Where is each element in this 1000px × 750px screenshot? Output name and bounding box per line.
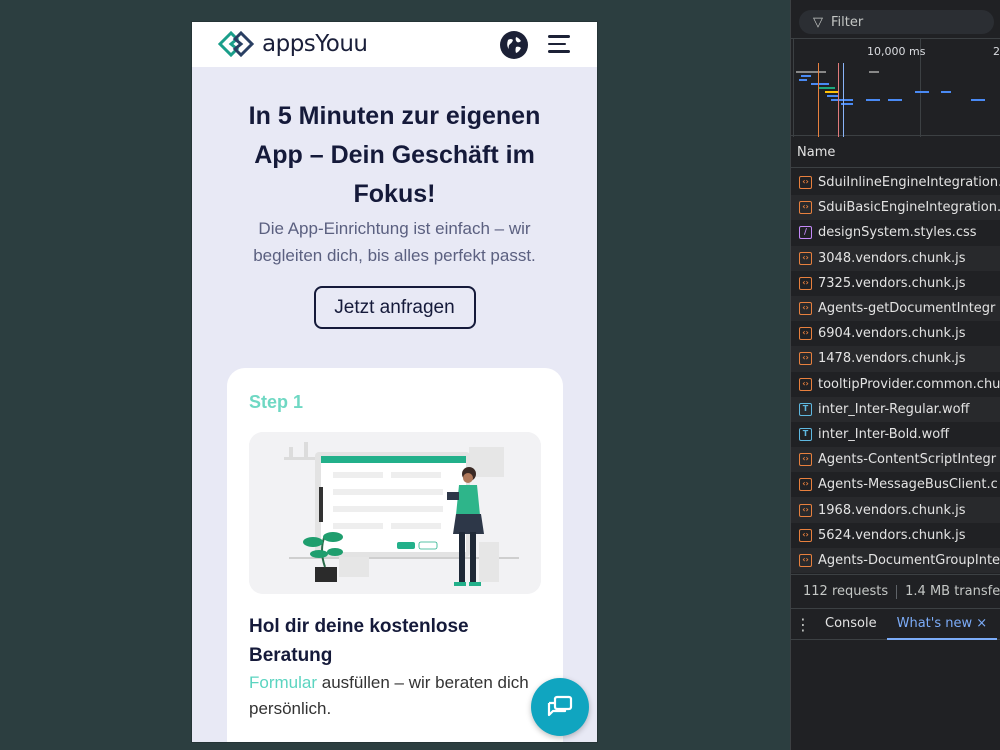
script-icon: ‹› [799, 176, 812, 190]
request-name: 5624.vendors.chunk.js [818, 527, 966, 543]
script-icon: ‹› [799, 503, 812, 517]
request-list: ‹› SduiInlineEngineIntegration. ‹› SduiBasi… [791, 170, 1000, 573]
network-overview-timeline[interactable]: 10,000 ms 2 [791, 38, 1000, 137]
chat-icon [547, 695, 573, 717]
form-link[interactable]: Formular [249, 673, 317, 692]
script-icon: ‹› [799, 453, 812, 467]
request-row[interactable]: ‹› Agents-getDocumentIntegr [791, 295, 1000, 322]
script-icon: ‹› [799, 528, 812, 542]
step-label: Step 1 [249, 392, 304, 412]
request-row[interactable]: ‹› 1968.vendors.chunk.js [791, 497, 1000, 523]
script-icon: ‹› [799, 553, 812, 567]
filter-placeholder: Filter [831, 14, 864, 30]
tab-whats-new-label: What's new [896, 616, 973, 631]
script-icon: ‹› [799, 201, 812, 215]
request-row[interactable]: ∕ designSystem.styles.css [791, 220, 1000, 245]
request-name: Agents-DocumentGroupInte [818, 552, 1000, 568]
request-name: Agents-MessageBusClient.c [818, 477, 998, 493]
script-icon: ‹› [799, 302, 812, 316]
request-name: inter_Inter-Bold.woff [818, 426, 950, 442]
request-row[interactable]: ‹› 6904.vendors.chunk.js [791, 321, 1000, 346]
script-icon: ‹› [799, 352, 812, 366]
more-options-icon[interactable]: ⋮ [791, 615, 815, 634]
logo-icon [217, 30, 255, 58]
request-row[interactable]: ‹› 3048.vendors.chunk.js [791, 245, 1000, 271]
request-row[interactable]: ‹› 7325.vendors.chunk.js [791, 271, 1000, 296]
request-row[interactable]: Tinter_Inter-Regular.woff [791, 396, 1000, 422]
request-button[interactable]: Jetzt anfragen [313, 286, 476, 329]
transfer-size: 1.4 MB transfer [905, 584, 1000, 599]
request-row[interactable]: ‹› 1478.vendors.chunk.js [791, 346, 1000, 372]
close-icon[interactable]: × [976, 616, 987, 631]
drawer-body [791, 640, 1000, 750]
network-summary: 112 requests 1.4 MB transfer [791, 574, 1000, 608]
logo-text: appsYouu [262, 31, 368, 57]
tab-whats-new[interactable]: What's new × [886, 608, 998, 640]
request-row[interactable]: ‹› Agents-ContentScriptIntegr [791, 447, 1000, 473]
request-name: Agents-ContentScriptIntegr [818, 452, 997, 468]
request-name: Agents-getDocumentIntegr [818, 301, 996, 317]
drawer-tabs: ⋮ Console What's new × [791, 608, 1000, 640]
script-icon: ‹› [799, 377, 812, 391]
request-name: 1478.vendors.chunk.js [818, 351, 966, 367]
site-header: appsYouu [192, 22, 597, 67]
script-icon: ‹› [799, 276, 812, 290]
timeline-label: 2 [993, 45, 1000, 58]
script-icon: ‹› [799, 251, 812, 265]
devtools-network-panel: ▽ Filter 10,000 ms 2 Name ‹› SduiInlineEn… [790, 0, 1000, 750]
request-row[interactable]: ‹› Agents-DocumentGroupInte [791, 547, 1000, 573]
chat-button[interactable] [531, 678, 589, 736]
filter-input[interactable]: ▽ Filter [799, 10, 994, 34]
tab-console[interactable]: Console [815, 608, 887, 640]
stylesheet-icon: ∕ [799, 226, 812, 240]
font-icon: T [799, 427, 812, 441]
request-row[interactable]: Tinter_Inter-Bold.woff [791, 422, 1000, 447]
request-name: designSystem.styles.css [818, 225, 977, 241]
request-row[interactable]: ‹› SduiInlineEngineIntegration. [791, 170, 1000, 195]
font-icon: T [799, 402, 812, 416]
step-description: Formular ausfüllen – wir beraten dich pe… [249, 670, 541, 722]
request-name: SduiBasicEngineIntegration. [818, 200, 1000, 216]
script-icon: ‹› [799, 327, 812, 341]
consultation-illustration [249, 432, 541, 594]
timeline-label: 10,000 ms [867, 45, 926, 58]
request-name: SduiInlineEngineIntegration. [818, 175, 1000, 191]
mobile-viewport: appsYouu In 5 Minuten zur eigenen App – … [192, 22, 597, 742]
request-row[interactable]: ‹› SduiBasicEngineIntegration. [791, 195, 1000, 221]
request-count: 112 requests [803, 584, 889, 599]
hamburger-menu-icon[interactable] [548, 35, 570, 53]
step-card: Step 1 Hol dir deine kostenlose Beratung… [227, 368, 563, 742]
request-row[interactable]: ‹› 5624.vendors.chunk.js [791, 523, 1000, 548]
globe-icon [504, 35, 524, 55]
request-row[interactable]: ‹› tooltipProvider.common.chu [791, 372, 1000, 397]
hero-title: In 5 Minuten zur eigenen App – Dein Gesc… [248, 102, 541, 208]
site-logo[interactable]: appsYouu [217, 30, 368, 58]
filter-bar: ▽ Filter [791, 0, 1000, 36]
request-row[interactable]: ‹› Agents-MessageBusClient.c [791, 472, 1000, 497]
request-name: 1968.vendors.chunk.js [818, 502, 966, 518]
request-name: 3048.vendors.chunk.js [818, 250, 966, 266]
step-heading: Hol dir deine kostenlose Beratung [249, 616, 469, 666]
request-name: 7325.vendors.chunk.js [818, 275, 966, 291]
hero-subtitle: Die App-Einrichtung ist einfach – wir be… [253, 219, 536, 265]
request-name: inter_Inter-Regular.woff [818, 401, 970, 417]
hero-section: In 5 Minuten zur eigenen App – Dein Gesc… [192, 67, 597, 329]
script-icon: ‹› [799, 478, 812, 492]
column-header-name[interactable]: Name [791, 138, 1000, 168]
filter-icon: ▽ [813, 14, 823, 30]
language-button[interactable] [500, 31, 528, 59]
request-name: 6904.vendors.chunk.js [818, 326, 966, 342]
request-name: tooltipProvider.common.chu [818, 376, 1000, 392]
